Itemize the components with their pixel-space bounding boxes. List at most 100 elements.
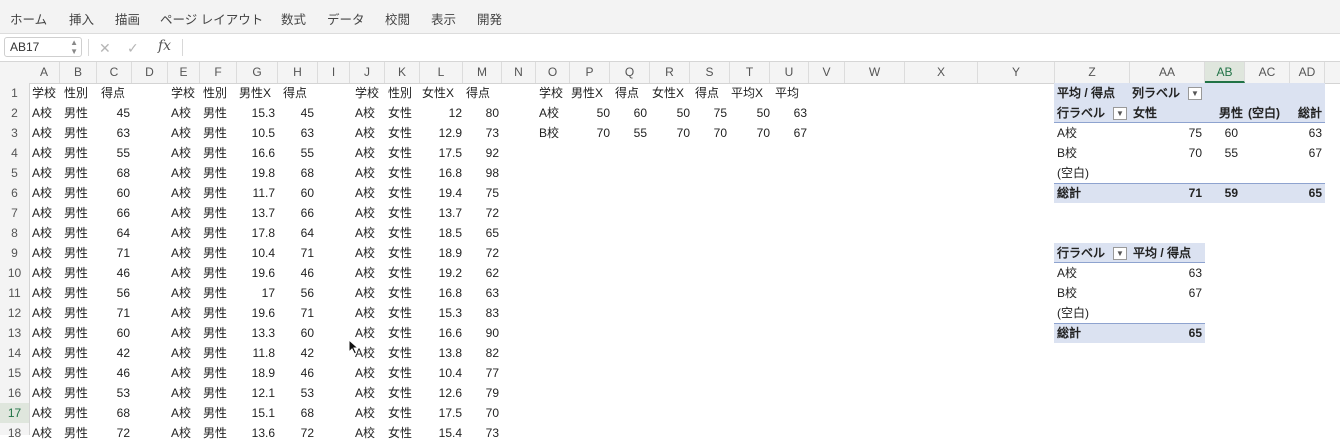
column-header-U[interactable]: U <box>770 62 809 83</box>
column-header-K[interactable]: K <box>385 62 420 83</box>
row-header-3[interactable]: 3 <box>0 123 29 143</box>
column-header-F[interactable]: F <box>200 62 237 83</box>
column-header-V[interactable]: V <box>809 62 845 83</box>
name-box-stepper-icon[interactable]: ▲ ▼ <box>70 38 78 56</box>
row-header-6[interactable]: 6 <box>0 183 29 203</box>
row-header-11[interactable]: 11 <box>0 283 29 303</box>
pivot2-row-label-cell: A校 <box>1057 266 1078 280</box>
row-header-16[interactable]: 16 <box>0 383 29 403</box>
column-header-M[interactable]: M <box>463 62 502 83</box>
table1-cell: 男性 <box>64 326 89 340</box>
column-header-G[interactable]: G <box>237 62 278 83</box>
row-header-15[interactable]: 15 <box>0 363 29 383</box>
column-header-N[interactable]: N <box>502 62 536 83</box>
row-header-1[interactable]: 1 <box>0 83 29 103</box>
table2-header-cell: 男性X <box>239 86 272 100</box>
table2-cell: 13.3 <box>251 326 275 340</box>
column-header-X[interactable]: X <box>905 62 978 83</box>
ribbon-tab[interactable]: 数式 <box>281 9 306 28</box>
pivot2-row-label-cell: (空白) <box>1057 306 1089 320</box>
table3-cell: 72 <box>485 246 499 260</box>
cancel-icon[interactable]: ✕ <box>99 40 111 57</box>
table3-cell: 16.6 <box>438 326 462 340</box>
row-header-14[interactable]: 14 <box>0 343 29 363</box>
table2-cell: 男性 <box>203 146 228 160</box>
table1-cell: A校 <box>32 166 53 180</box>
ribbon-tab[interactable]: 表示 <box>431 9 456 28</box>
pivot1-column-header: (空白) <box>1248 106 1280 120</box>
pivot1-column-filter-dropdown-icon[interactable]: ▼ <box>1188 87 1202 100</box>
column-header-AD[interactable]: AD <box>1290 62 1325 83</box>
ribbon-tab[interactable]: 開発 <box>477 9 502 28</box>
row-header-7[interactable]: 7 <box>0 203 29 223</box>
table3-cell: A校 <box>355 166 376 180</box>
table2-header-cell: 性別 <box>203 86 228 100</box>
confirm-check-icon[interactable]: ✓ <box>127 40 139 57</box>
pivot1-value-cell <box>1130 163 1202 183</box>
row-header-2[interactable]: 2 <box>0 103 29 123</box>
table2-cell: A校 <box>171 306 192 320</box>
row-header-10[interactable]: 10 <box>0 263 29 283</box>
column-header-Y[interactable]: Y <box>978 62 1055 83</box>
column-header-J[interactable]: J <box>350 62 385 83</box>
column-header-O[interactable]: O <box>536 62 570 83</box>
table2-cell: 46 <box>300 266 314 280</box>
pivot2-row-filter-dropdown-icon[interactable]: ▼ <box>1113 247 1127 260</box>
pivot1-value-cell: 60 <box>1224 126 1238 140</box>
summary-cell: 75 <box>713 106 727 120</box>
table1-cell: 46 <box>116 266 130 280</box>
ribbon-tab[interactable]: データ <box>327 9 365 28</box>
column-header-A[interactable]: A <box>29 62 60 83</box>
column-header-W[interactable]: W <box>845 62 905 83</box>
ribbon-tab[interactable]: 描画 <box>115 9 140 28</box>
pivot1-value-label: 平均 / 得点 <box>1057 86 1116 100</box>
function-fx-icon[interactable]: fx <box>158 38 171 54</box>
table3-cell: A校 <box>355 386 376 400</box>
table2-cell: A校 <box>171 366 192 380</box>
summary-header-cell: 男性X <box>571 86 604 100</box>
column-header-Z[interactable]: Z <box>1055 62 1130 83</box>
table3-cell: A校 <box>355 246 376 260</box>
column-header-L[interactable]: L <box>420 62 463 83</box>
column-header-I[interactable]: I <box>318 62 350 83</box>
column-header-E[interactable]: E <box>168 62 200 83</box>
name-box[interactable]: AB17 ▲ ▼ <box>4 37 82 57</box>
table3-cell: 17.5 <box>438 146 462 160</box>
column-header-AA[interactable]: AA <box>1130 62 1205 83</box>
pivot1-value-cell <box>1241 123 1280 143</box>
column-header-S[interactable]: S <box>690 62 730 83</box>
column-header-B[interactable]: B <box>60 62 97 83</box>
table1-cell: 53 <box>116 386 130 400</box>
column-header-Q[interactable]: Q <box>610 62 650 83</box>
ribbon-tab[interactable]: 挿入 <box>69 9 94 28</box>
table2-cell: 男性 <box>203 266 228 280</box>
row-header-17[interactable]: 17 <box>0 403 29 423</box>
summary-header-cell: 平均 <box>775 86 800 100</box>
ribbon-tab[interactable]: ホーム <box>10 9 47 28</box>
column-header-R[interactable]: R <box>650 62 690 83</box>
pivot1-value-cell <box>1241 163 1280 183</box>
column-header-T[interactable]: T <box>730 62 770 83</box>
pivot1-value-cell: 75 <box>1188 126 1202 140</box>
row-header-13[interactable]: 13 <box>0 323 29 343</box>
column-header-C[interactable]: C <box>97 62 132 83</box>
row-header-12[interactable]: 12 <box>0 303 29 323</box>
column-header-H[interactable]: H <box>278 62 318 83</box>
row-header-9[interactable]: 9 <box>0 243 29 263</box>
table2-cell: A校 <box>171 406 192 420</box>
row-header-18[interactable]: 18 <box>0 423 29 443</box>
row-header-5[interactable]: 5 <box>0 163 29 183</box>
row-header-8[interactable]: 8 <box>0 223 29 243</box>
ribbon-tab[interactable]: 校閲 <box>385 9 410 28</box>
row-header-4[interactable]: 4 <box>0 143 29 163</box>
table3-cell: 女性 <box>388 246 413 260</box>
table2-cell: 42 <box>300 346 314 360</box>
table1-cell: 68 <box>116 406 130 420</box>
column-header-P[interactable]: P <box>570 62 610 83</box>
column-header-AB[interactable]: AB <box>1205 62 1245 83</box>
column-header-D[interactable]: D <box>132 62 168 83</box>
column-header-AC[interactable]: AC <box>1245 62 1290 83</box>
ribbon-tab[interactable]: ページ レイアウト <box>160 9 263 28</box>
pivot1-row-filter-dropdown-icon[interactable]: ▼ <box>1113 107 1127 120</box>
table3-cell: 19.4 <box>438 186 462 200</box>
